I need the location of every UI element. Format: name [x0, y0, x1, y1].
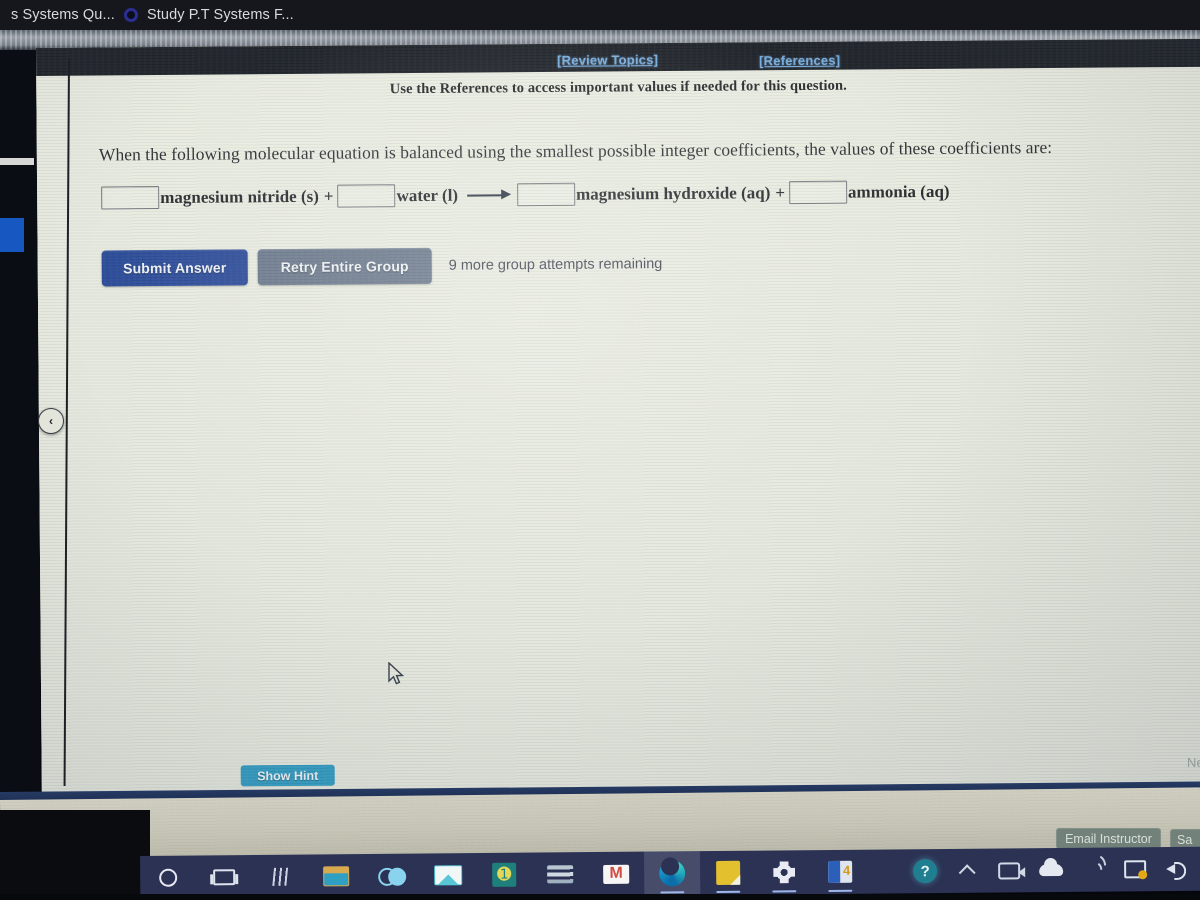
file-explorer-icon[interactable]	[308, 854, 364, 898]
windows-taskbar: ➊ M ?	[140, 846, 1200, 900]
coefficient-input-product-2[interactable]	[788, 180, 848, 205]
settings-gear-icon[interactable]	[756, 850, 812, 894]
reaction-arrow-icon	[467, 188, 515, 202]
browser-left-chrome	[0, 50, 40, 850]
gmail-icon[interactable]: M	[588, 852, 644, 896]
references-link[interactable]: [References]	[759, 53, 840, 69]
wifi-icon[interactable]	[1074, 848, 1112, 892]
stack-icon[interactable]	[532, 852, 588, 896]
pipes-icon[interactable]	[252, 855, 308, 899]
browser-tab-1-title: s Systems Qu...	[11, 7, 115, 23]
desk-surface-left	[0, 810, 150, 900]
system-tray: ?	[906, 847, 1196, 894]
plus-sign-2: +	[775, 182, 786, 202]
volume-icon[interactable]	[1158, 847, 1196, 891]
infinity-icon[interactable]	[364, 854, 420, 898]
plus-sign-1: +	[323, 186, 334, 206]
retry-entire-group-button[interactable]: Retry Entire Group	[257, 247, 432, 286]
coefficient-input-reactant-1[interactable]	[101, 186, 160, 210]
sticky-notes-icon[interactable]	[700, 851, 756, 895]
email-instructor-button[interactable]: Email Instructor	[1056, 828, 1161, 849]
action-button-row: Submit Answer Retry Entire Group 9 more …	[101, 246, 663, 287]
green-app-icon[interactable]: ➊	[476, 853, 532, 897]
species-label-reactant-1: magnesium nitride (s)	[160, 186, 319, 207]
browser-tab-2[interactable]: Study P.T Systems F...	[124, 3, 294, 27]
next-button-partial[interactable]: Ne	[1187, 755, 1200, 770]
onedrive-cloud-icon[interactable]	[1032, 848, 1070, 892]
browser-tab-strip: s Systems Qu... Study P.T Systems F...	[0, 0, 1200, 30]
species-label-product-2: ammonia (aq)	[847, 181, 950, 202]
coefficient-input-product-1[interactable]	[516, 182, 576, 207]
show-hint-button[interactable]: Show Hint	[240, 764, 335, 787]
submit-answer-button[interactable]: Submit Answer	[101, 249, 248, 287]
chevron-up-icon[interactable]	[948, 849, 986, 893]
browser-tab-1[interactable]: s Systems Qu...	[0, 3, 115, 27]
sidebar-active-indicator[interactable]	[0, 218, 24, 252]
circle-favicon	[124, 8, 138, 22]
task-view-icon[interactable]	[196, 855, 252, 899]
browser-tab-2-title: Study P.T Systems F...	[147, 7, 294, 23]
taskbar-pinned-items: ➊ M	[140, 850, 868, 900]
laptop-screen-photo: s Systems Qu... Study P.T Systems F... […	[0, 0, 1200, 900]
blank-favicon	[0, 8, 2, 22]
coefficient-input-reactant-2[interactable]	[337, 184, 396, 208]
chrome-strip-bookmark	[0, 158, 34, 165]
review-topics-link[interactable]: [Review Topics]	[557, 52, 658, 68]
edge-icon[interactable]	[643, 851, 701, 896]
battery-icon[interactable]	[1116, 847, 1154, 891]
web-page-canvas: [Review Topics] [References] Use the Ref…	[36, 38, 1200, 798]
desk-surface-bottom	[0, 894, 1200, 900]
camera-icon[interactable]	[990, 848, 1028, 892]
sidebar-collapse-button[interactable]: ‹	[38, 408, 64, 434]
mail-icon[interactable]	[420, 853, 476, 897]
help-icon[interactable]: ?	[906, 849, 944, 893]
species-label-product-1: magnesium hydroxide (aq)	[575, 182, 771, 204]
attempts-remaining-text: 9 more group attempts remaining	[448, 256, 663, 274]
office-icon[interactable]	[812, 850, 868, 894]
species-label-reactant-2: water (l)	[396, 185, 459, 205]
